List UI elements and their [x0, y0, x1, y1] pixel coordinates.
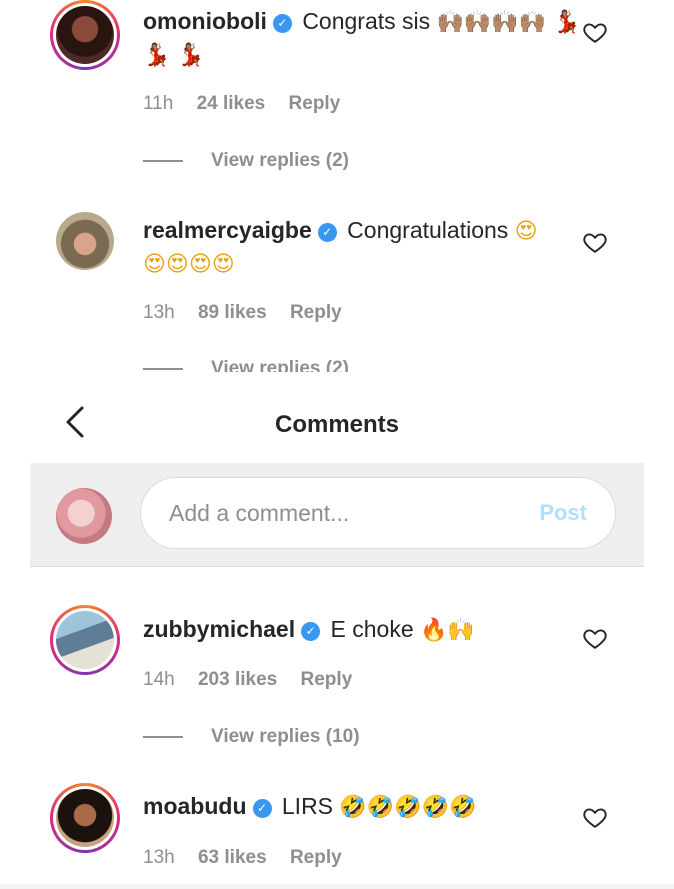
- comment-likes[interactable]: 89 likes: [198, 302, 267, 323]
- view-replies-button[interactable]: View replies (2): [143, 150, 349, 172]
- comment-username[interactable]: realmercyaigbe: [143, 217, 312, 243]
- comments-header: Comments: [0, 375, 674, 463]
- comment-time: 14h: [143, 669, 175, 690]
- avatar[interactable]: [50, 783, 120, 853]
- comment-username[interactable]: omonioboli: [143, 8, 267, 34]
- comment-emojis: 🔥🙌: [420, 618, 475, 643]
- comment-likes[interactable]: 24 likes: [197, 93, 266, 114]
- like-heart-icon[interactable]: [582, 625, 608, 651]
- comment-emojis: 🙌🏽🙌🏽🙌🏽🙌🏽 💃🏽: [436, 10, 581, 35]
- replies-divider: [143, 159, 183, 162]
- comment-input[interactable]: Add a comment... Post: [140, 477, 616, 549]
- comment-username[interactable]: moabudu: [143, 793, 247, 819]
- reply-button[interactable]: Reply: [290, 302, 342, 323]
- like-heart-icon[interactable]: [582, 19, 608, 45]
- comment-text: LIRS: [281, 793, 334, 819]
- comment-text: Congratulations: [347, 217, 509, 243]
- view-replies-cutoff: View replies (2): [0, 345, 674, 372]
- comment-input-placeholder: Add a comment...: [169, 500, 350, 526]
- verified-badge-icon: ✓: [272, 14, 292, 33]
- comment-emojis-continued: 😍😍😍😍: [143, 252, 235, 277]
- post-button[interactable]: Post: [539, 500, 587, 526]
- view-replies-label: View replies (10): [211, 726, 360, 747]
- comment-time: 13h: [143, 302, 175, 323]
- view-replies-label: View replies (2): [211, 358, 349, 372]
- like-heart-icon[interactable]: [582, 229, 608, 255]
- comment-composer: Add a comment... Post: [30, 463, 644, 566]
- comment-time: 11h: [143, 93, 174, 114]
- page-title: Comments: [274, 411, 400, 438]
- reply-button[interactable]: Reply: [301, 669, 353, 690]
- avatar[interactable]: [50, 206, 120, 276]
- bottom-edge: [0, 884, 674, 889]
- comment-text: E choke: [330, 616, 414, 642]
- verified-badge-icon: ✓: [301, 622, 321, 641]
- like-heart-icon[interactable]: [582, 804, 608, 830]
- comment-emojis: 😍: [514, 219, 538, 244]
- comment-emojis: 🤣🤣🤣🤣🤣: [339, 795, 477, 820]
- verified-badge-icon: ✓: [252, 799, 272, 818]
- comment-likes[interactable]: 63 likes: [198, 847, 267, 868]
- composer-divider: [30, 566, 644, 567]
- avatar[interactable]: [50, 0, 120, 70]
- comment-emojis-continued: 💃🏽 💃🏽: [143, 43, 205, 68]
- reply-button[interactable]: Reply: [289, 93, 341, 114]
- replies-divider: [143, 367, 183, 370]
- current-user-avatar: [56, 488, 112, 544]
- replies-divider: [143, 735, 183, 738]
- comment-likes[interactable]: 203 likes: [198, 669, 277, 690]
- comment-text: Congrats sis: [302, 8, 431, 34]
- comment-username[interactable]: zubbymichael: [143, 616, 295, 642]
- view-replies-label: View replies (2): [211, 150, 349, 171]
- comment-time: 13h: [143, 847, 175, 868]
- view-replies-button[interactable]: View replies (10): [143, 726, 360, 748]
- reply-button[interactable]: Reply: [290, 847, 342, 868]
- verified-badge-icon: ✓: [317, 223, 337, 242]
- avatar[interactable]: [50, 605, 120, 675]
